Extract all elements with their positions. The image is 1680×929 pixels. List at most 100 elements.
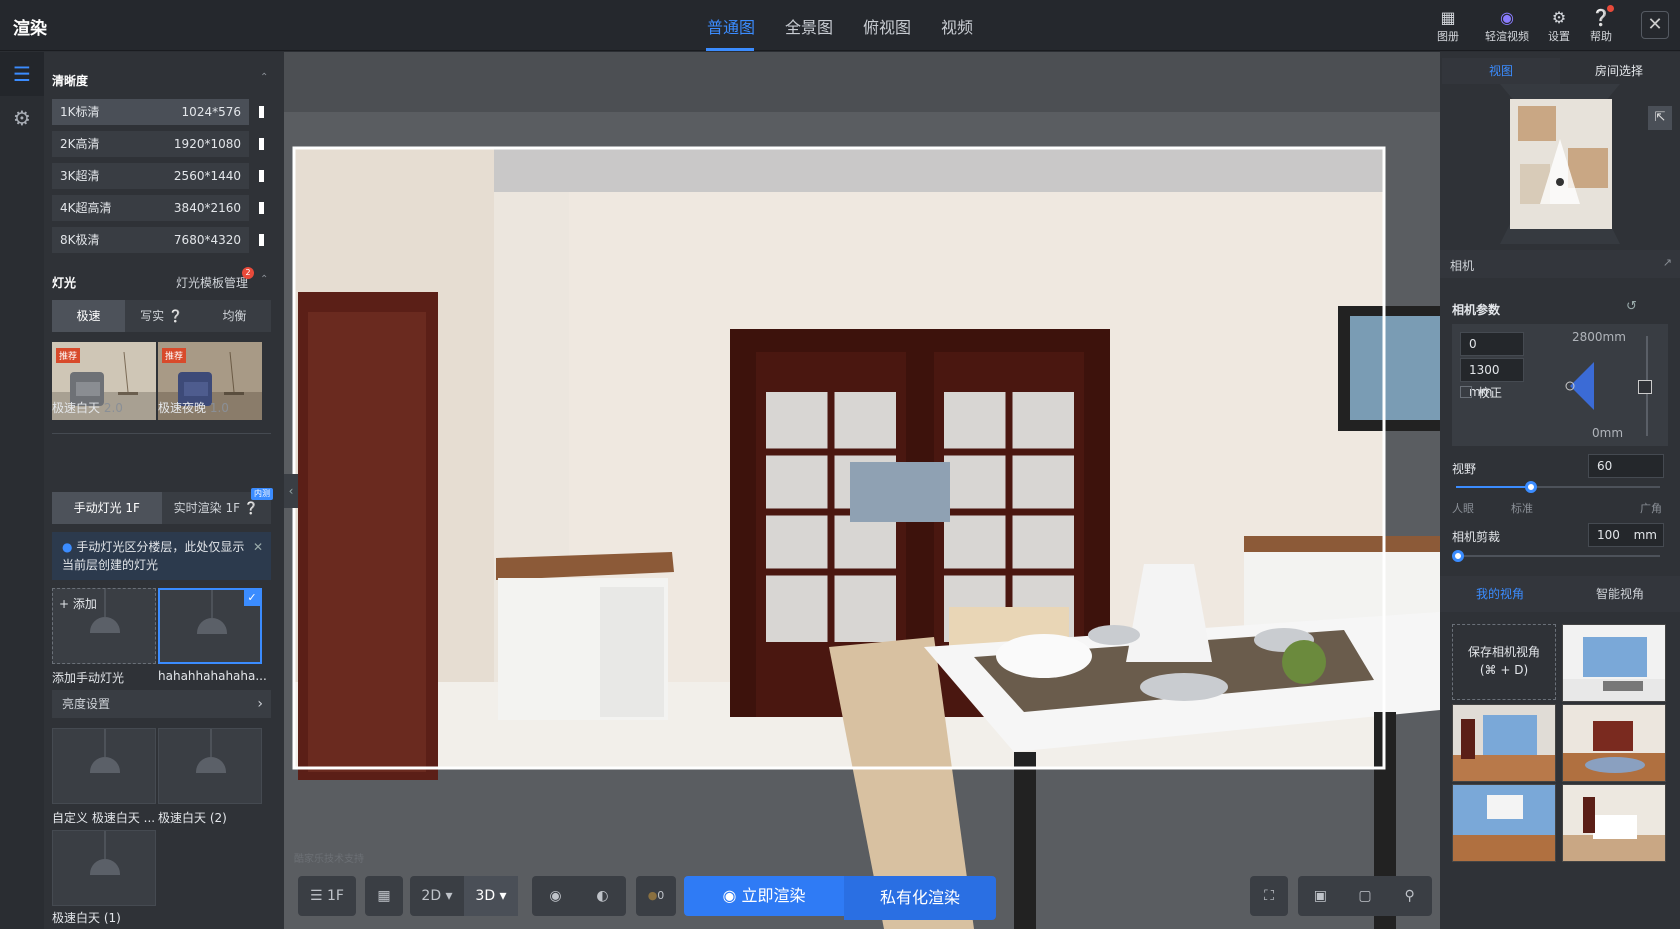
layers-gear-icon: ▦	[377, 888, 391, 904]
res-marker	[259, 138, 264, 150]
settings-label: 设置	[1548, 30, 1570, 43]
close-icon[interactable]: ✕	[253, 538, 263, 556]
bottom-height-label: 0mm	[1592, 426, 1624, 440]
expand-icon[interactable]: ↗	[1663, 256, 1672, 269]
light-card[interactable]	[52, 728, 156, 804]
saved-view-thumb[interactable]	[1562, 784, 1666, 862]
quick-video-button[interactable]: ◉ 轻渲视频	[1482, 8, 1532, 44]
album-button[interactable]: ▦ 图册	[1426, 8, 1470, 44]
tick-human-eye: 人眼	[1452, 502, 1474, 515]
reset-icon[interactable]: ↺	[1626, 299, 1637, 314]
room-scene	[284, 52, 1440, 929]
mode-fast[interactable]: 极速	[52, 300, 125, 332]
frame-select-button[interactable]: ⛶	[1250, 876, 1288, 916]
clip-label: 相机剪裁	[1452, 530, 1501, 544]
saved-view-thumb[interactable]	[1562, 704, 1666, 782]
light-card[interactable]	[52, 830, 156, 906]
recommend-tag: 推荐	[56, 348, 81, 363]
floorplan-minimap[interactable]: ⇱	[1440, 84, 1680, 244]
image-icon[interactable]: ▣	[1298, 876, 1343, 916]
render-now-button[interactable]: ◉ 立即渲染	[684, 876, 844, 916]
tab-smart-views[interactable]: 智能视角	[1560, 576, 1680, 612]
crop-icon[interactable]: ▢	[1343, 876, 1388, 916]
saved-view-thumb[interactable]	[1562, 624, 1666, 702]
tab-realtime-render[interactable]: 实时渲染 1F ❔ 内测	[162, 488, 273, 524]
top-bar: 渲染 普通图 全景图 俯视图 视频 ▦ 图册 ◉ 轻渲视频 ⚙ 设置 ❔ 帮助 …	[0, 0, 1680, 51]
fov-input[interactable]: 60	[1588, 454, 1664, 478]
fov-knob[interactable]	[1525, 481, 1538, 493]
fov-slider[interactable]	[1456, 481, 1660, 493]
lamp-icon	[90, 859, 120, 875]
zoom-icon[interactable]: ⚲	[1387, 876, 1432, 916]
quick-video-label: 轻渲视频	[1485, 30, 1529, 43]
tab-room-select[interactable]: 房间选择	[1560, 58, 1678, 84]
light-card-selected[interactable]: ✓	[158, 588, 262, 664]
brightness-settings[interactable]: 亮度设置 ›	[52, 690, 271, 718]
settings-button[interactable]: ⚙ 设置	[1537, 8, 1581, 44]
res-marker	[259, 106, 264, 118]
clip-slider[interactable]	[1452, 550, 1660, 562]
correct-checkbox[interactable]	[1460, 386, 1472, 398]
album-icon: ▦	[1440, 8, 1456, 27]
res-marker	[259, 202, 264, 214]
gauge-icon[interactable]: ◐	[579, 876, 626, 916]
notice-text: 手动灯光区分楼层，此处仅显示当前层创建的灯光	[62, 540, 245, 572]
floor-button[interactable]: ☰ 1F	[298, 876, 356, 916]
light-dot-icon: ●	[647, 889, 658, 902]
clip-input[interactable]: 100 mm	[1588, 523, 1664, 547]
tab-view[interactable]: 视图	[1442, 58, 1560, 84]
height-input[interactable]: 1300 mm	[1460, 358, 1524, 399]
watermark: 酷家乐技术支持	[294, 854, 364, 865]
close-button[interactable]: ✕	[1641, 11, 1669, 39]
lamp-cord	[104, 831, 106, 859]
light-card[interactable]	[158, 728, 262, 804]
chevron-up-icon[interactable]: ⌃	[260, 274, 268, 285]
tab-manual-light[interactable]: 手动灯光 1F	[52, 492, 162, 524]
gear-icon[interactable]: ⚙	[0, 96, 44, 140]
tab-my-views[interactable]: 我的视角	[1440, 576, 1560, 612]
render-viewport[interactable]: 酷家乐技术支持	[284, 52, 1440, 929]
saved-view-thumb[interactable]	[1452, 784, 1556, 862]
light-template-manager[interactable]: 灯光模板管理	[176, 274, 248, 291]
add-light-card[interactable]: + 添加	[52, 588, 156, 664]
layer-settings-button[interactable]: ▦	[365, 876, 403, 916]
room-view-image	[1453, 705, 1555, 781]
view-2d-button[interactable]: 2D ▾	[410, 876, 464, 916]
mode-balanced[interactable]: 均衡	[198, 300, 271, 332]
saved-view-thumb[interactable]	[1452, 704, 1556, 782]
collapse-left-panel[interactable]: ‹	[284, 474, 298, 508]
resolution-4k[interactable]: 4K超高清 3840*2160	[52, 195, 249, 221]
private-render-button[interactable]: 私有化渲染	[844, 876, 996, 920]
help-button[interactable]: ❔ 帮助	[1579, 5, 1623, 44]
save-view-button[interactable]: 保存相机视角 (⌘ + D)	[1452, 624, 1556, 700]
resolution-3k[interactable]: 3K超清 2560*1440	[52, 163, 249, 189]
angle-input[interactable]: 0	[1460, 332, 1524, 356]
tab-video[interactable]: 视频	[941, 14, 973, 38]
resolution-2k[interactable]: 2K高清 1920*1080	[52, 131, 249, 157]
mode-realistic[interactable]: 写实 ❔	[125, 300, 198, 332]
chevron-up-icon[interactable]: ⌃	[260, 72, 268, 83]
clip-knob[interactable]	[1452, 550, 1464, 562]
divider	[52, 433, 271, 434]
tab-topview[interactable]: 俯视图	[863, 14, 911, 38]
tab-normal[interactable]: 普通图	[707, 14, 755, 38]
res-marker	[259, 234, 264, 246]
recommend-tag: 推荐	[162, 348, 187, 363]
light-counter[interactable]: ●0	[636, 876, 676, 916]
eye-icon[interactable]: ◉	[532, 876, 579, 916]
height-handle[interactable]	[1638, 380, 1652, 394]
album-label: 图册	[1437, 30, 1459, 43]
frame-icon: ⛶	[1264, 888, 1274, 904]
add-light-label: + 添加	[59, 597, 97, 611]
light-count: 0	[657, 889, 665, 902]
view-3d-button[interactable]: 3D ▾	[464, 876, 518, 916]
resolution-8k[interactable]: 8K极清 7680*4320	[52, 227, 249, 253]
chevron-left-icon: ‹	[288, 484, 294, 498]
tab-panorama[interactable]: 全景图	[785, 14, 833, 38]
lamp-icon	[197, 618, 227, 634]
resolution-1k[interactable]: 1K标清 1024*576	[52, 99, 249, 125]
sliders-icon[interactable]: ☰	[0, 52, 44, 96]
expand-icon[interactable]: ⇱	[1648, 106, 1672, 130]
camera-header: 相机 ↗	[1440, 250, 1680, 278]
check-icon: ✓	[244, 590, 260, 606]
